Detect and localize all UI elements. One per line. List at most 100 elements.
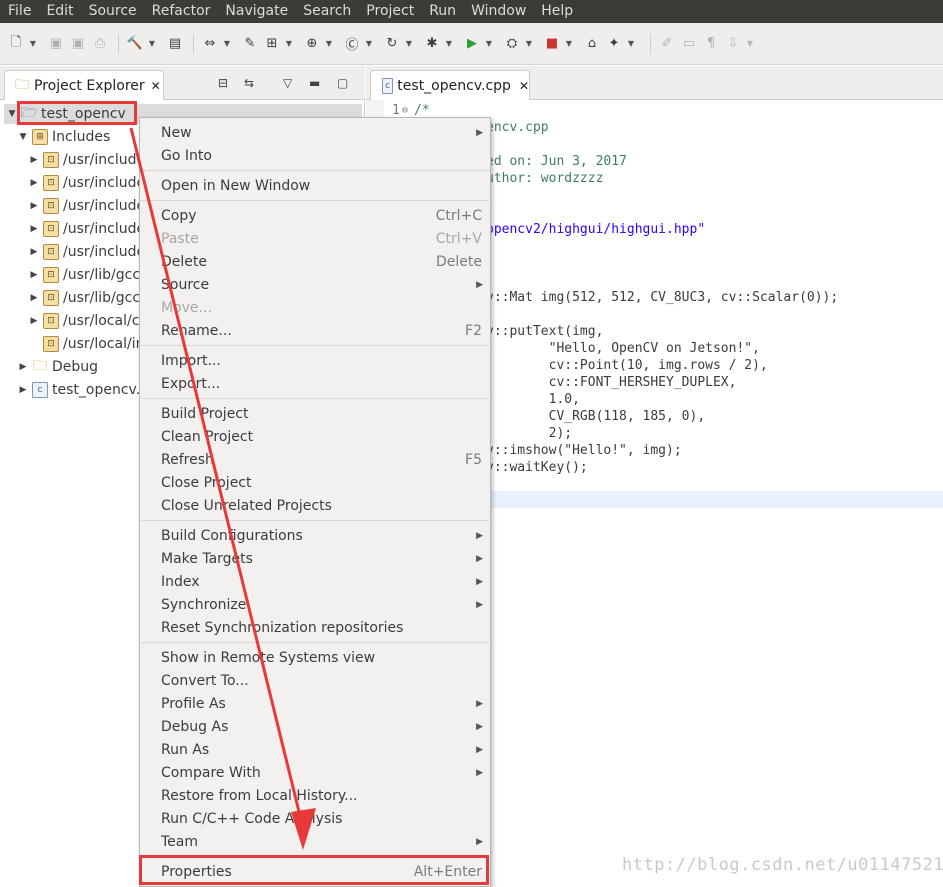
menu-item-run-c-c-code-analysis[interactable]: Run C/C++ Code Analysis bbox=[140, 807, 490, 830]
close-icon[interactable]: ✕ bbox=[519, 79, 529, 93]
tree-item-include-path[interactable]: ▶ ⊡/usr/lib/gcc bbox=[28, 264, 140, 286]
search-icon[interactable]: ✦ bbox=[604, 34, 624, 54]
collapsed-arrow-icon[interactable]: ▶ bbox=[28, 270, 40, 280]
tab-project-explorer[interactable]: 🗀 Project Explorer ✕ bbox=[4, 70, 164, 100]
project-dropdown-icon[interactable]: ▼ bbox=[284, 34, 294, 54]
run-dropdown-icon[interactable]: ▼ bbox=[484, 34, 494, 54]
save-icon[interactable]: ▣ bbox=[46, 34, 66, 54]
tree-item-include-path[interactable]: ▶ ⊡/usr/local/c bbox=[28, 310, 139, 332]
menu-item-profile-as[interactable]: Profile As ▶ bbox=[140, 692, 490, 715]
menu-item-rename[interactable]: Rename... F2 bbox=[140, 319, 490, 342]
collapsed-arrow-icon[interactable]: ▶ bbox=[17, 385, 29, 395]
collapsed-arrow-icon[interactable]: ▶ bbox=[28, 224, 40, 234]
menu-refactor[interactable]: Refactor bbox=[144, 0, 218, 23]
menu-item-export[interactable]: Export... bbox=[140, 372, 490, 395]
build-dropdown-icon[interactable]: ▼ bbox=[147, 34, 157, 54]
menu-item-close-project[interactable]: Close Project bbox=[140, 471, 490, 494]
collapsed-arrow-icon[interactable]: ▶ bbox=[28, 178, 40, 188]
tree-item-debug[interactable]: ▶ 🗀 Debug bbox=[17, 356, 99, 378]
class-dropdown-icon[interactable]: ▼ bbox=[364, 34, 374, 54]
tree-item-source-file[interactable]: ▶ c test_opencv.c bbox=[17, 379, 148, 401]
tree-item-include-path[interactable]: ▶ ⊡/usr/lib/gcc bbox=[28, 287, 140, 309]
menu-item-go-into[interactable]: Go Into bbox=[140, 144, 490, 167]
run-icon[interactable]: ▶ bbox=[462, 34, 482, 54]
menu-search[interactable]: Search bbox=[295, 0, 358, 23]
run-config-icon[interactable]: ⛭ bbox=[502, 34, 522, 54]
debug-dropdown-icon[interactable]: ▼ bbox=[444, 34, 454, 54]
minimize-icon[interactable]: ▬ bbox=[309, 76, 320, 90]
search-dropdown-icon[interactable]: ▼ bbox=[626, 34, 636, 54]
menu-help[interactable]: Help bbox=[533, 0, 580, 23]
menu-item-reset-synchronization-repositories[interactable]: Reset Synchronization repositories bbox=[140, 616, 490, 639]
collapsed-arrow-icon[interactable]: ▶ bbox=[28, 155, 40, 165]
menu-item-new[interactable]: New ▶ bbox=[140, 121, 490, 144]
binary-icon[interactable]: ▤ bbox=[165, 34, 185, 54]
menu-item-copy[interactable]: Copy Ctrl+C bbox=[140, 204, 490, 227]
menu-edit[interactable]: Edit bbox=[38, 0, 80, 23]
menu-item-show-in-remote-systems-view[interactable]: Show in Remote Systems view bbox=[140, 646, 490, 669]
tab-test-opencv-cpp[interactable]: c test_opencv.cpp ✕ bbox=[370, 70, 530, 100]
new-dropdown-icon[interactable]: ▼ bbox=[28, 34, 38, 54]
maximize-icon[interactable]: ▢ bbox=[337, 76, 348, 90]
menu-item-restore-from-local-history[interactable]: Restore from Local History... bbox=[140, 784, 490, 807]
toggle-icon[interactable]: ▭ bbox=[679, 34, 699, 54]
new-project-icon[interactable]: ⊞ bbox=[262, 34, 282, 54]
git-dropdown-icon[interactable]: ▼ bbox=[404, 34, 414, 54]
menu-item-build-configurations[interactable]: Build Configurations ▶ bbox=[140, 524, 490, 547]
sync-dropdown-icon[interactable]: ▼ bbox=[222, 34, 232, 54]
menu-item-make-targets[interactable]: Make Targets ▶ bbox=[140, 547, 490, 570]
menu-item-run-as[interactable]: Run As ▶ bbox=[140, 738, 490, 761]
tree-item-include-path[interactable]: ▶ ⊡/usr/include bbox=[28, 172, 145, 194]
menu-navigate[interactable]: Navigate bbox=[217, 0, 295, 23]
collapsed-arrow-icon[interactable]: ▶ bbox=[17, 362, 29, 372]
next-dropdown-icon[interactable]: ▼ bbox=[745, 34, 755, 54]
menu-project[interactable]: Project bbox=[358, 0, 421, 23]
open-type-icon[interactable]: ⌂ bbox=[582, 34, 602, 54]
collapse-all-icon[interactable]: ⊟ bbox=[218, 76, 228, 90]
expanded-arrow-icon[interactable]: ▼ bbox=[17, 132, 29, 142]
menu-item-build-project[interactable]: Build Project bbox=[140, 402, 490, 425]
stop-icon[interactable]: ■ bbox=[542, 34, 562, 54]
pilcrow-icon[interactable]: ¶ bbox=[701, 34, 721, 54]
menu-item-refresh[interactable]: Refresh F5 bbox=[140, 448, 490, 471]
collapsed-arrow-icon[interactable]: ▶ bbox=[28, 293, 40, 303]
menu-item-compare-with[interactable]: Compare With ▶ bbox=[140, 761, 490, 784]
menu-item-debug-as[interactable]: Debug As ▶ bbox=[140, 715, 490, 738]
folder-dropdown-icon[interactable]: ▼ bbox=[324, 34, 334, 54]
menu-run[interactable]: Run bbox=[421, 0, 463, 23]
menu-window[interactable]: Window bbox=[463, 0, 533, 23]
sync-icon[interactable]: ⇔ bbox=[200, 34, 220, 54]
menu-item-close-unrelated-projects[interactable]: Close Unrelated Projects bbox=[140, 494, 490, 517]
tree-item-include-path[interactable]: ▶ ⊡/usr/include bbox=[28, 241, 145, 263]
print-icon[interactable]: ⎙ bbox=[90, 34, 110, 54]
stop-dropdown-icon[interactable]: ▼ bbox=[564, 34, 574, 54]
menu-item-team[interactable]: Team ▶ bbox=[140, 830, 490, 853]
new-icon[interactable]: 🗋 bbox=[6, 34, 26, 54]
menu-item-open-in-new-window[interactable]: Open in New Window bbox=[140, 174, 490, 197]
menu-item-index[interactable]: Index ▶ bbox=[140, 570, 490, 593]
collapsed-arrow-icon[interactable]: ▶ bbox=[28, 316, 40, 326]
collapsed-arrow-icon[interactable]: ▶ bbox=[28, 247, 40, 257]
close-icon[interactable]: ✕ bbox=[151, 79, 161, 93]
tree-item-include-path[interactable]: ⊡/usr/local/in bbox=[28, 333, 144, 355]
new-class-icon[interactable]: Ⓒ bbox=[342, 34, 362, 54]
menu-item-import[interactable]: Import... bbox=[140, 349, 490, 372]
menu-item-synchronize[interactable]: Synchronize ▶ bbox=[140, 593, 490, 616]
tree-item-include-path[interactable]: ▶ ⊡/usr/include bbox=[28, 218, 145, 240]
collapsed-arrow-icon[interactable]: ▶ bbox=[28, 201, 40, 211]
tree-item-includes[interactable]: ▼ ⊞ Includes bbox=[17, 126, 110, 148]
debug-pen-icon[interactable]: ✎ bbox=[240, 34, 260, 54]
debug-bug-icon[interactable]: ✱ bbox=[422, 34, 442, 54]
menu-source[interactable]: Source bbox=[81, 0, 144, 23]
menu-item-clean-project[interactable]: Clean Project bbox=[140, 425, 490, 448]
link-editor-icon[interactable]: ⇆ bbox=[244, 76, 254, 90]
new-folder-icon[interactable]: ⊕ bbox=[302, 34, 322, 54]
next-annotation-icon[interactable]: ⇩ bbox=[723, 34, 743, 54]
run-config-dropdown-icon[interactable]: ▼ bbox=[524, 34, 534, 54]
save-all-icon[interactable]: ▣ bbox=[68, 34, 88, 54]
build-hammer-icon[interactable]: 🔨 bbox=[125, 34, 145, 54]
menu-item-delete[interactable]: Delete Delete bbox=[140, 250, 490, 273]
menu-item-source[interactable]: Source ▶ bbox=[140, 273, 490, 296]
view-menu-icon[interactable]: ▽ bbox=[283, 76, 292, 90]
menu-item-convert-to[interactable]: Convert To... bbox=[140, 669, 490, 692]
